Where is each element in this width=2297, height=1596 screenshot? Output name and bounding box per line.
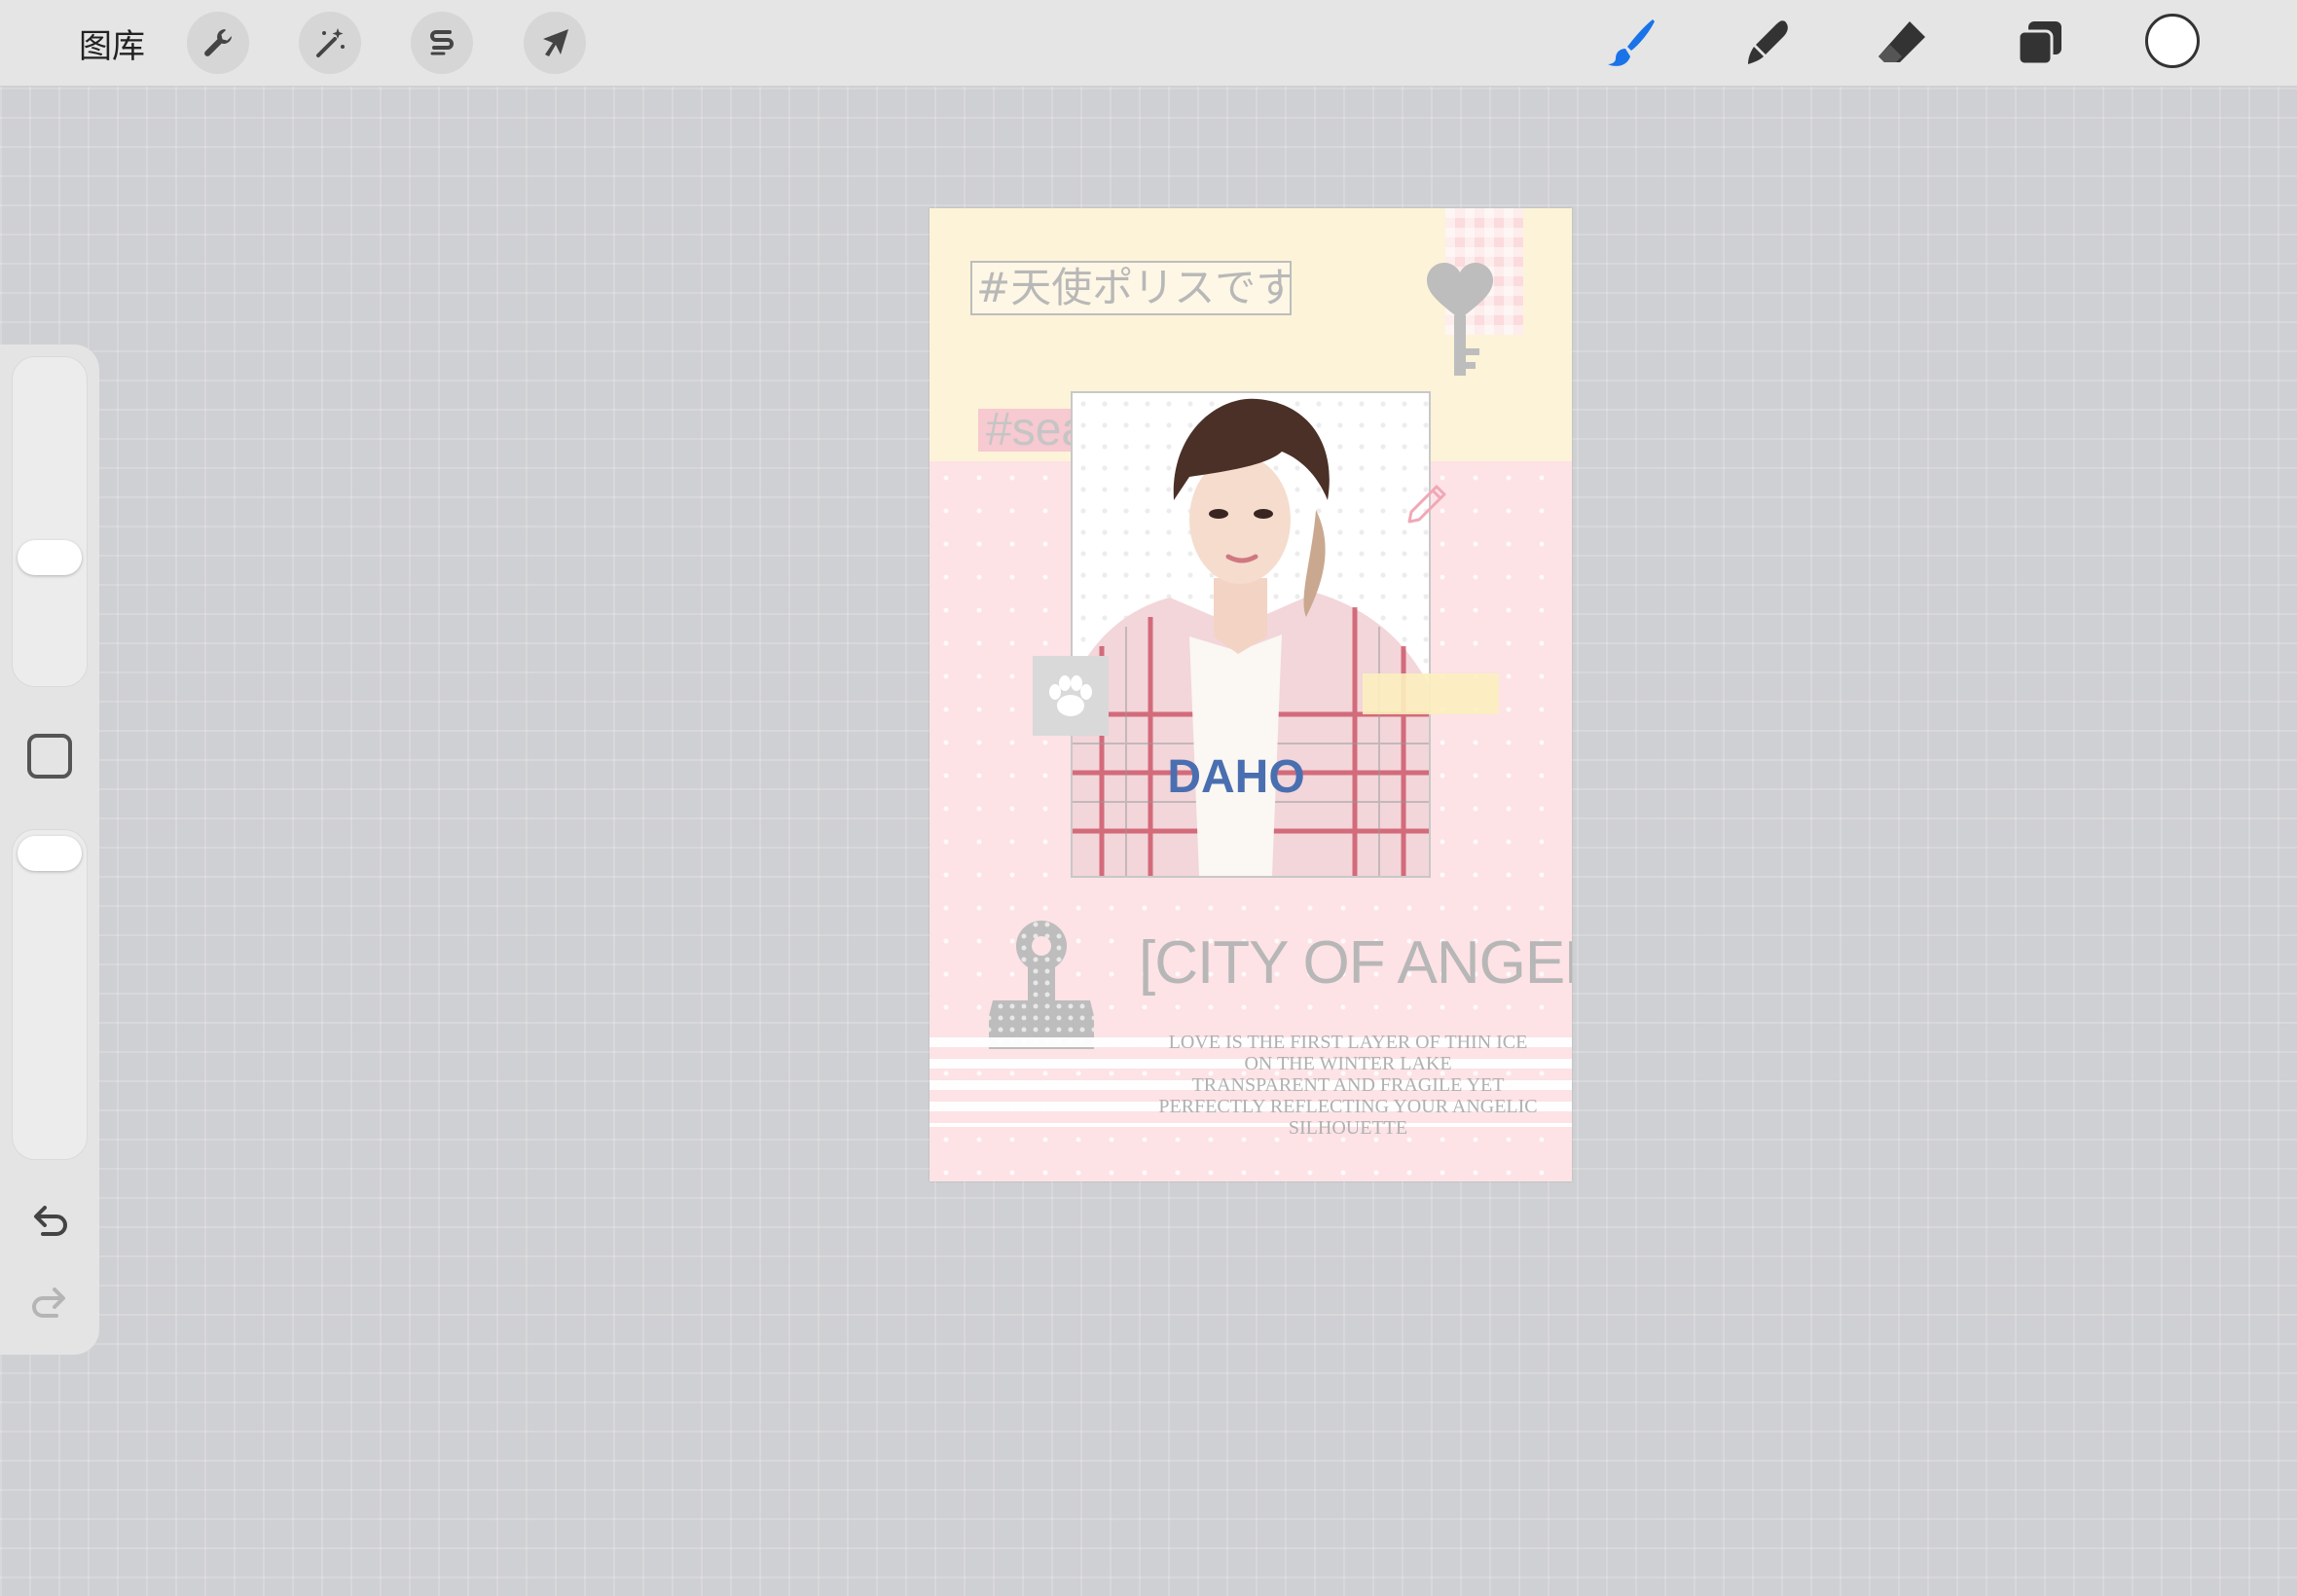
color-swatch-button[interactable] — [2145, 14, 2200, 68]
redo-button[interactable] — [23, 1279, 76, 1327]
poem-text: LOVE IS THE FIRST LAYER OF THIN ICE ON T… — [1124, 1032, 1572, 1139]
city-of-angels-title: [CITY OF ANGELS] — [1139, 929, 1572, 997]
portrait-photo: DAHO — [1073, 398, 1429, 876]
paw-icon — [1049, 675, 1092, 716]
undo-button[interactable] — [23, 1197, 76, 1246]
square-modify-icon[interactable] — [27, 734, 72, 779]
selection-s-icon — [430, 30, 454, 55]
magic-wand-icon — [316, 28, 345, 57]
undo-icon — [34, 1206, 67, 1236]
transform-button[interactable] — [524, 12, 586, 74]
layers-button[interactable] — [2011, 14, 2069, 72]
brush-size-slider[interactable] — [12, 356, 88, 687]
poem-line: LOVE IS THE FIRST LAYER OF THIN ICE — [1168, 1032, 1528, 1053]
arrow-cursor-icon — [543, 29, 568, 56]
paint-tool-button[interactable] — [1602, 14, 1660, 72]
smudge-icon — [1748, 20, 1788, 64]
yellow-tape-sticker — [1363, 673, 1499, 714]
selection-button[interactable] — [411, 12, 473, 74]
poem-line: TRANSPARENT AND FRAGILE YET — [1191, 1074, 1505, 1096]
opacity-slider[interactable] — [12, 829, 88, 1160]
drawing-canvas[interactable]: #天使ポリスです #sean DAHO [CITY OF ANGE LOVE I… — [930, 208, 1572, 1181]
poem-line: SILHOUETTE — [1288, 1117, 1408, 1139]
adjustments-button[interactable] — [299, 12, 361, 74]
actions-button[interactable] — [187, 12, 249, 74]
poem-line: ON THE WINTER LAKE — [1244, 1053, 1452, 1074]
poem-line: PERFECTLY REFLECTING YOUR ANGELIC — [1158, 1096, 1538, 1117]
eraser-icon — [1878, 21, 1925, 62]
stamp-icon — [989, 921, 1094, 1049]
left-sidebar — [0, 345, 99, 1355]
japanese-tag-text: #天使ポリスです — [970, 261, 1292, 315]
heart-key-icon — [1427, 263, 1493, 376]
opacity-thumb[interactable] — [18, 836, 82, 871]
pencil-icon — [1407, 485, 1446, 524]
paw-sticker — [1033, 656, 1109, 736]
brush-size-thumb[interactable] — [18, 540, 82, 575]
portrait-photo-frame: DAHO — [1071, 391, 1431, 878]
svg-text:DAHO: DAHO — [1167, 751, 1304, 803]
gallery-button[interactable]: 图库 — [68, 19, 156, 66]
wrench-icon — [204, 29, 232, 56]
smudge-tool-button[interactable] — [1738, 14, 1797, 72]
layers-icon — [2017, 21, 2061, 66]
erase-tool-button[interactable] — [1873, 14, 1931, 72]
top-toolbar: 图库 — [0, 0, 2297, 87]
brush-icon — [1608, 19, 1655, 66]
redo-icon — [32, 1288, 65, 1318]
